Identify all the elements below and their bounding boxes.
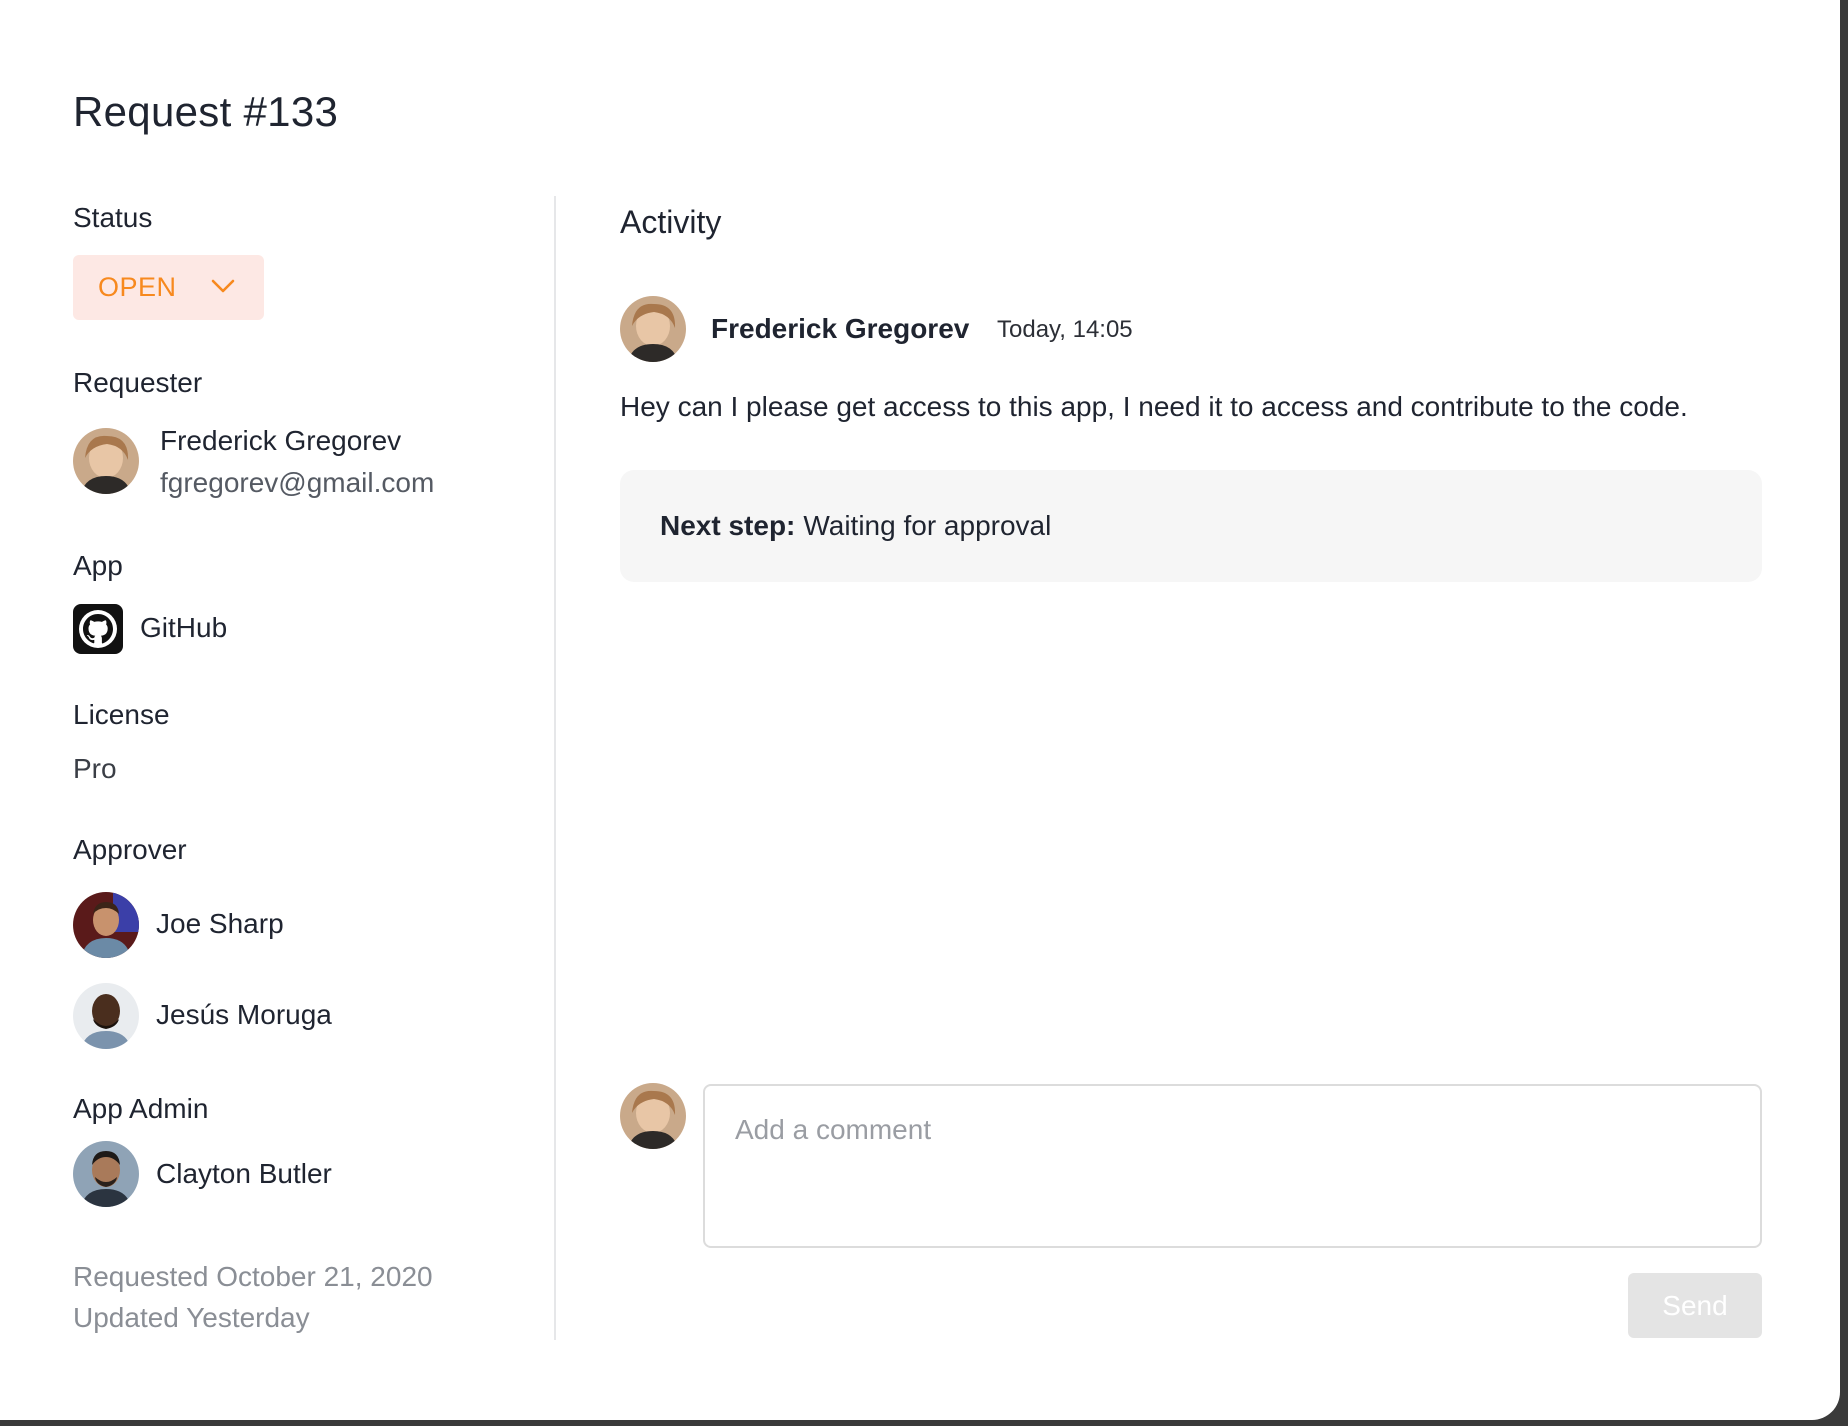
chevron-down-icon: [211, 279, 235, 293]
approver-avatar[interactable]: [73, 892, 139, 958]
approver-name: Jesús Moruga: [156, 999, 332, 1030]
message-timestamp: Today, 14:05: [997, 316, 1133, 343]
next-step-box: Next step: Waiting for approval: [620, 470, 1762, 582]
page-title: Request #133: [73, 88, 339, 135]
status-value: OPEN: [98, 272, 177, 302]
license-value: Pro: [73, 753, 117, 784]
app-label: App: [73, 550, 123, 581]
request-modal: Request #133 Status OPEN Requester Frede…: [0, 0, 1840, 1420]
approver-label: Approver: [73, 834, 187, 865]
current-user-avatar: [620, 1083, 686, 1149]
send-button[interactable]: Send: [1628, 1273, 1762, 1338]
requested-date: Requested October 21, 2020: [73, 1261, 433, 1292]
message-author: Frederick Gregorev: [711, 313, 970, 344]
requester-email: fgregorev@gmail.com: [160, 467, 435, 498]
status-label: Status: [73, 202, 153, 233]
app-admin-name: Clayton Butler: [156, 1158, 332, 1189]
app-admin-label: App Admin: [73, 1093, 209, 1124]
message-author-avatar[interactable]: [620, 296, 686, 362]
app-name: GitHub: [140, 612, 228, 643]
next-step-value: Waiting for approval: [803, 510, 1052, 541]
requester-avatar[interactable]: [73, 428, 139, 494]
requester-name: Frederick Gregorev: [160, 425, 402, 456]
column-divider: [554, 196, 556, 1340]
comment-input[interactable]: [703, 1084, 1762, 1248]
requester-label: Requester: [73, 367, 203, 398]
activity-title: Activity: [620, 204, 722, 240]
approver-name: Joe Sharp: [156, 908, 284, 939]
updated-date: Updated Yesterday: [73, 1302, 310, 1333]
app-admin-avatar[interactable]: [73, 1141, 139, 1207]
github-icon: [73, 604, 123, 654]
status-dropdown[interactable]: OPEN: [73, 255, 264, 320]
license-label: License: [73, 699, 170, 730]
message-body: Hey can I please get access to this app,…: [620, 391, 1688, 422]
next-step-label: Next step:: [660, 510, 796, 541]
approver-avatar[interactable]: [73, 983, 139, 1049]
